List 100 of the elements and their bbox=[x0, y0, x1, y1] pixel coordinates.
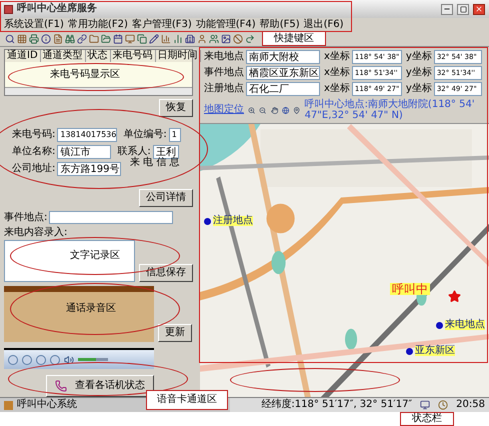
text-field[interactable]: 13814017536 bbox=[57, 128, 118, 142]
update-button[interactable]: 更新 bbox=[158, 324, 192, 342]
window-icon bbox=[4, 400, 13, 410]
scrollbar[interactable] bbox=[5, 87, 192, 96]
building-icon[interactable] bbox=[184, 32, 195, 44]
link-icon[interactable] bbox=[76, 32, 87, 44]
marker-label: 呼叫中 bbox=[390, 282, 430, 294]
field-label: x坐标 bbox=[324, 84, 350, 94]
save-button[interactable]: 信息保存 bbox=[139, 264, 193, 282]
map-locate-link[interactable]: 地图定位 bbox=[204, 105, 244, 115]
marker-label: 来电地点 bbox=[445, 320, 485, 330]
image-icon[interactable] bbox=[220, 32, 231, 44]
document-icon[interactable] bbox=[52, 32, 63, 44]
call-center-location: 呼叫中心地点:南师大地附院(118° 54' 47"E,32° 54' 47" N) bbox=[304, 99, 476, 121]
phone-icon bbox=[55, 380, 67, 392]
column-header[interactable]: 日期时间 bbox=[156, 50, 201, 62]
text-area[interactable] bbox=[4, 240, 135, 282]
menu-item[interactable]: 常用功能(F2) bbox=[68, 20, 128, 30]
taskbar-item[interactable]: 呼叫中心系统 bbox=[17, 400, 77, 410]
annotation-label: 来 电 信 息 bbox=[130, 158, 180, 168]
player-button[interactable] bbox=[36, 354, 46, 365]
info-icon[interactable] bbox=[40, 32, 51, 44]
monitor-icon[interactable] bbox=[124, 32, 135, 44]
maximize-button[interactable] bbox=[457, 4, 469, 14]
window-title: 呼叫中心坐席服务 bbox=[17, 4, 97, 14]
menu-item[interactable]: 帮助(F5) bbox=[260, 20, 300, 30]
field-label: 注册地点 bbox=[204, 84, 244, 94]
users-icon[interactable] bbox=[208, 32, 219, 44]
field-label: 单位名称: bbox=[12, 147, 56, 158]
marker-label: 注册地点 bbox=[213, 216, 253, 226]
field-label: 来电号码: bbox=[12, 130, 56, 140]
close-button[interactable] bbox=[473, 4, 485, 14]
maximize-icon bbox=[460, 6, 466, 12]
callout-label: 状态栏 bbox=[400, 412, 454, 426]
field-label: y坐标 bbox=[406, 52, 432, 62]
phone-status-button[interactable]: 查看各话机状态 bbox=[46, 375, 154, 397]
field-label: 来电内容录入: bbox=[4, 228, 68, 238]
clock-time: 20:58 bbox=[456, 400, 485, 410]
marker-label: 亚东新区 bbox=[415, 346, 455, 356]
text-field[interactable]: 东方路199号 bbox=[57, 162, 122, 176]
monitor-icon bbox=[420, 400, 430, 410]
company-details-button[interactable]: 公司详情 bbox=[139, 189, 193, 208]
player-button[interactable] bbox=[50, 354, 60, 365]
binoculars-icon[interactable] bbox=[64, 32, 75, 44]
field-label: y坐标 bbox=[406, 68, 432, 78]
pin-icon[interactable] bbox=[293, 104, 301, 116]
stop-icon[interactable] bbox=[232, 32, 243, 44]
field-label: 联系人: bbox=[117, 147, 151, 158]
field-label: 事件地点 bbox=[204, 68, 244, 78]
minimize-button[interactable] bbox=[441, 4, 453, 14]
column-header[interactable]: 通道ID bbox=[5, 50, 41, 62]
bar-chart-icon[interactable] bbox=[172, 32, 183, 44]
text-field[interactable]: 栖霞区亚东新区 bbox=[246, 66, 320, 80]
star-icon bbox=[448, 290, 461, 303]
player-button[interactable] bbox=[22, 354, 32, 365]
field-label: 单位编号: bbox=[123, 130, 167, 140]
hand-icon[interactable] bbox=[270, 104, 278, 116]
clock-icon bbox=[438, 400, 448, 410]
field-label: x坐标 bbox=[324, 68, 350, 78]
redo-icon[interactable] bbox=[244, 32, 255, 44]
grid-icon[interactable] bbox=[16, 32, 27, 44]
user-icon[interactable] bbox=[196, 32, 207, 44]
field-label: 来电地点 bbox=[204, 52, 244, 62]
folder-icon[interactable] bbox=[88, 32, 99, 44]
copy-icon[interactable] bbox=[136, 32, 147, 44]
printer-icon[interactable] bbox=[28, 32, 39, 44]
player-button[interactable] bbox=[8, 354, 18, 365]
globe-icon[interactable] bbox=[282, 104, 290, 116]
callout-label: 语音卡通道区 bbox=[146, 390, 228, 410]
text-field[interactable]: 镇江市 bbox=[57, 145, 112, 160]
search-icon[interactable] bbox=[4, 32, 15, 44]
input-field[interactable] bbox=[49, 211, 173, 224]
column-header[interactable]: 状态 bbox=[86, 50, 111, 62]
zoom-out-icon[interactable] bbox=[259, 104, 267, 116]
annotation-label: 文字记录区 bbox=[70, 251, 120, 261]
field-label: 公司地址: bbox=[12, 164, 56, 174]
volume-icon[interactable] bbox=[64, 354, 74, 365]
restore-button[interactable]: 恢复 bbox=[159, 99, 193, 118]
app-icon bbox=[4, 4, 13, 14]
column-header[interactable]: 来电号码 bbox=[110, 50, 156, 62]
field-label: y坐标 bbox=[406, 84, 432, 94]
text-field[interactable]: 南师大附校 bbox=[246, 50, 320, 64]
callout-label: 快捷键区 bbox=[262, 31, 326, 46]
zoom-in-icon[interactable] bbox=[248, 104, 256, 116]
menu-item[interactable]: 退出(F6) bbox=[304, 20, 344, 30]
annotation-label: 通话录音区 bbox=[66, 304, 116, 314]
calendar-icon[interactable] bbox=[112, 32, 123, 44]
text-field[interactable]: 石化二厂 bbox=[246, 82, 320, 96]
pencil-icon[interactable] bbox=[148, 32, 159, 44]
text-field[interactable]: 1 bbox=[168, 128, 181, 142]
volume-slider[interactable] bbox=[78, 358, 108, 362]
folder-icon[interactable] bbox=[100, 32, 111, 44]
bar-chart-icon[interactable] bbox=[160, 32, 171, 44]
menu-item[interactable]: 系统设置(F1) bbox=[4, 20, 64, 30]
column-header[interactable]: 通道类型 bbox=[40, 50, 86, 62]
menu-item[interactable]: 客户管理(F3) bbox=[132, 20, 192, 30]
field-label: x坐标 bbox=[324, 52, 350, 62]
coordinates: 经纬度:118° 51′17″, 32° 51′17″ bbox=[261, 400, 412, 410]
field-label: 事件地点: bbox=[4, 212, 48, 223]
menu-item[interactable]: 功能管理(F4) bbox=[196, 20, 256, 30]
